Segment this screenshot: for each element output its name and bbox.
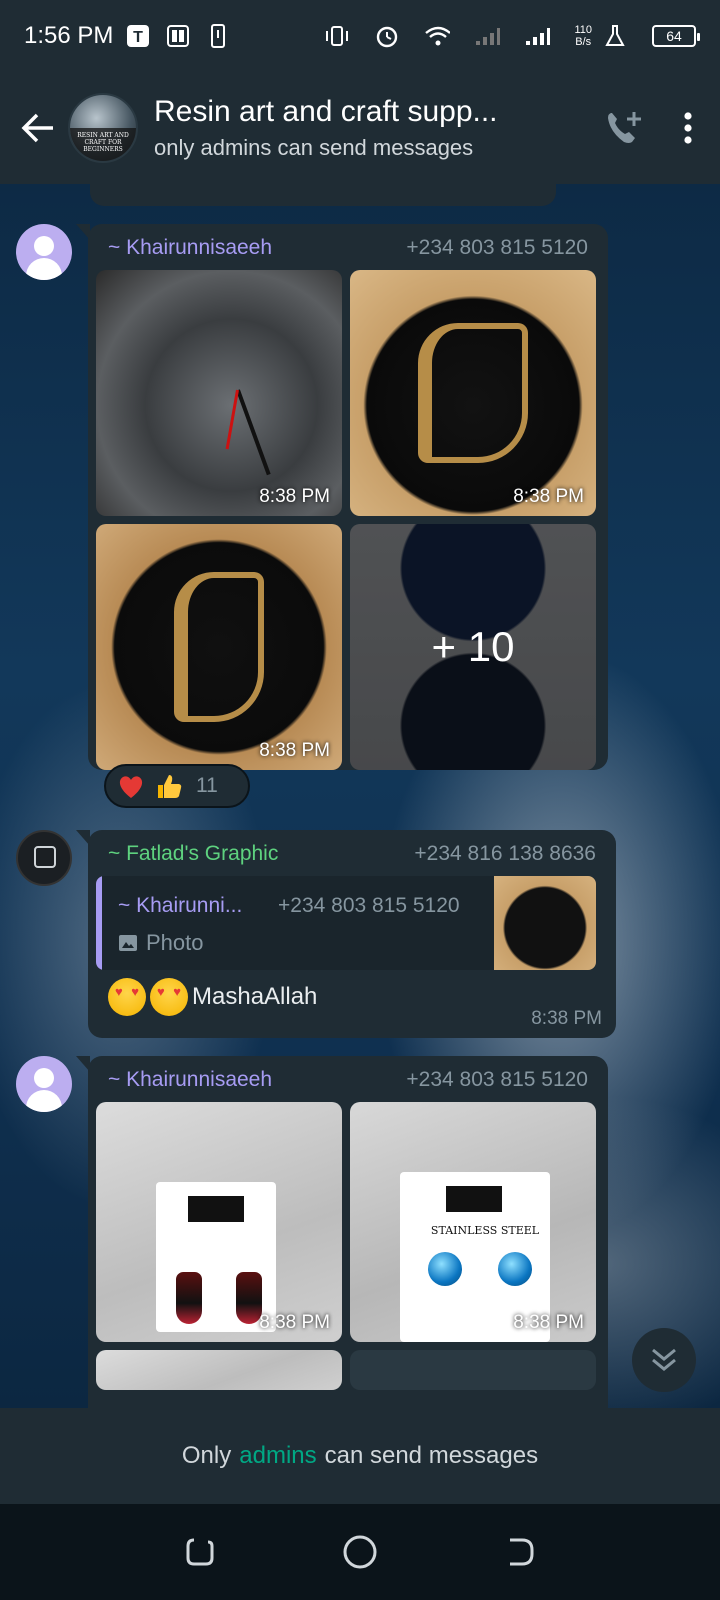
signal-icon: [524, 23, 551, 49]
previous-message: [90, 184, 556, 206]
message-body: MashaAllah: [192, 983, 318, 1010]
sender-phone: +234 803 815 5120: [406, 236, 588, 259]
photo-earrings[interactable]: 8:38 PM: [96, 1102, 342, 1342]
photo-partial[interactable]: [96, 1350, 342, 1390]
add-call-icon: [608, 112, 641, 143]
photo-more[interactable]: + 10: [350, 524, 596, 770]
recent-apps-button[interactable]: [172, 1524, 228, 1580]
group-avatar-text: RESIN ART AND CRAFT FOR BEGINNERS: [70, 128, 136, 161]
heart-icon: [119, 776, 143, 798]
sender-phone: +234 803 815 5120: [406, 1068, 588, 1091]
message-bubble[interactable]: ~ Khairunnisaeeh +234 803 815 5120 8:38 …: [76, 1056, 608, 1408]
chat-header: RESIN ART AND CRAFT FOR BEGINNERS Resin …: [0, 72, 720, 184]
svg-text:T: T: [134, 29, 144, 46]
message-time: 8:38 PM: [531, 1008, 602, 1029]
heart-eyes-emoji-icon: [150, 978, 188, 1016]
network-speed-unit: B/s: [575, 36, 592, 48]
phone-app-icon: [205, 23, 231, 49]
group-info[interactable]: Resin art and craft supp... only admins …: [154, 95, 592, 161]
message-bubble[interactable]: ~ Khairunnisaeeh +234 803 815 5120 8:38 …: [76, 224, 608, 770]
double-chevron-down-icon: [652, 1348, 676, 1371]
sender-phone: +234 816 138 8636: [414, 842, 596, 865]
more-options-button[interactable]: [656, 96, 720, 160]
scroll-to-bottom-button[interactable]: [632, 1328, 696, 1392]
photo-time: 8:38 PM: [513, 486, 584, 507]
t-app-icon: T: [125, 23, 151, 49]
recents-icon: [186, 1538, 214, 1566]
status-bar: 1:56 PM T 110 B/s 64: [0, 0, 720, 72]
sender-avatar[interactable]: [16, 224, 72, 280]
quoted-message[interactable]: ~ Khairunni... +234 803 815 5120 Photo: [96, 876, 596, 970]
sender-name[interactable]: ~ Khairunnisaeeh: [108, 236, 272, 260]
more-vertical-icon: [684, 112, 692, 144]
network-speed: 110 B/s: [574, 24, 592, 48]
heart-eyes-emoji-icon: [108, 978, 146, 1016]
reaction-count: 11: [196, 774, 218, 797]
battery-level: 64: [666, 28, 682, 44]
photo-label: STAINLESS STEEL: [430, 1224, 540, 1237]
photo-time: 8:38 PM: [259, 486, 330, 507]
back-arrow-icon[interactable]: [10, 100, 66, 156]
notice-prefix: Only: [181, 1442, 232, 1469]
sender-avatar[interactable]: [16, 1056, 72, 1112]
admins-link[interactable]: admins: [239, 1442, 316, 1470]
sender-name[interactable]: ~ Fatlad's Graphic: [108, 842, 278, 866]
signal-icon: [474, 23, 501, 49]
clock: 1:56 PM: [24, 22, 114, 49]
more-photos-count: + 10: [350, 524, 596, 770]
quoted-thumbnail: [494, 876, 596, 970]
group-avatar[interactable]: RESIN ART AND CRAFT FOR BEGINNERS: [68, 93, 138, 163]
system-nav-bar: [0, 1504, 720, 1600]
photo-earrings[interactable]: STAINLESS STEEL 8:38 PM: [350, 1102, 596, 1342]
quoted-sender: ~ Khairunni...: [118, 894, 243, 917]
chat-area[interactable]: ~ Khairunnisaeeh +234 803 815 5120 8:38 …: [0, 184, 720, 1408]
notice-suffix: can send messages: [324, 1442, 539, 1469]
home-circle-icon: [343, 1535, 377, 1569]
lab-icon: [602, 23, 628, 49]
quoted-phone: +234 803 815 5120: [278, 894, 460, 917]
alarm-icon: [374, 23, 400, 49]
wifi-icon: [424, 23, 451, 49]
photo-time: 8:38 PM: [513, 1312, 584, 1333]
photo-time: 8:38 PM: [259, 740, 330, 761]
battery-icon: 64: [652, 25, 700, 47]
photo-calligraphy[interactable]: 8:38 PM: [96, 524, 342, 770]
back-nav-icon: [510, 1538, 534, 1566]
quoted-type-label: Photo: [146, 930, 204, 955]
admins-only-notice: Only admins can send messages: [0, 1408, 720, 1504]
quoted-type: Photo: [118, 930, 204, 956]
vibrate-icon: [324, 23, 350, 49]
reactions[interactable]: 11: [104, 764, 250, 808]
add-call-button[interactable]: [592, 96, 656, 160]
group-title: Resin art and craft supp...: [154, 95, 498, 128]
network-speed-value: 110: [574, 24, 592, 36]
parking-app-icon: [165, 23, 191, 49]
photo-time: 8:38 PM: [259, 1312, 330, 1333]
photo-icon: [119, 935, 137, 951]
photo-partial[interactable]: [350, 1350, 596, 1390]
back-button[interactable]: [492, 1524, 548, 1580]
sender-avatar[interactable]: [16, 830, 72, 886]
photo-calligraphy[interactable]: 8:38 PM: [350, 270, 596, 516]
message-text: MashaAllah: [108, 978, 317, 1016]
home-button[interactable]: [332, 1524, 388, 1580]
group-subtitle: only admins can send messages: [154, 135, 474, 160]
photo-clock[interactable]: 8:38 PM: [96, 270, 342, 516]
sender-name[interactable]: ~ Khairunnisaeeh: [108, 1068, 272, 1092]
thumbs-up-icon: [158, 775, 182, 798]
